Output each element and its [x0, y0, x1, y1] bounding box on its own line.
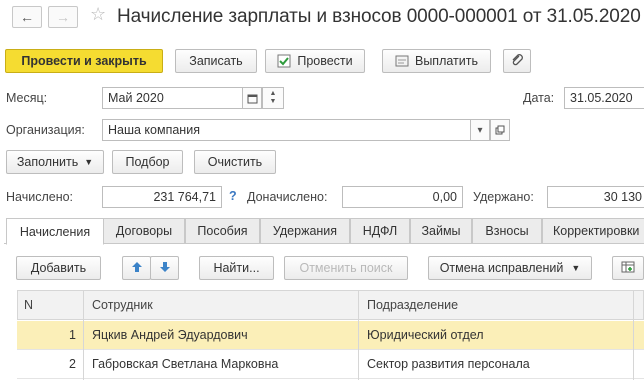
save-button[interactable]: Записать [175, 49, 257, 73]
paperclip-icon [510, 53, 524, 70]
select-button[interactable]: Подбор [112, 150, 183, 174]
tab-contracts[interactable]: Договоры [103, 218, 185, 244]
month-field[interactable]: Май 2020 [102, 87, 243, 109]
department-cell: Юридический отдел [367, 328, 484, 342]
tab-deductions[interactable]: Удержания [260, 218, 350, 244]
withheld-label: Удержано: [473, 190, 534, 204]
employee-cell: Яцкив Андрей Эдуардович [92, 328, 248, 342]
add-button[interactable]: Добавить [16, 256, 101, 280]
additional-accrued-label: Доначислено: [247, 190, 328, 204]
calendar-icon[interactable] [242, 87, 262, 109]
withheld-field: 30 130 [547, 186, 644, 208]
forward-arrow-icon: → [56, 9, 70, 25]
tab-loans[interactable]: Займы [410, 218, 472, 244]
date-field[interactable]: 31.05.2020 [564, 87, 644, 109]
month-label: Месяц: [6, 91, 48, 105]
page-title: Начисление зарплаты и взносов 0000-00000… [117, 6, 641, 27]
tab-benefits[interactable]: Пособия [185, 218, 260, 244]
post-button[interactable]: Провести [265, 49, 365, 73]
table-settings-button[interactable] [612, 256, 644, 280]
additional-accrued-field: 0,00 [342, 186, 463, 208]
row-number: 2 [69, 357, 76, 371]
column-divider [358, 290, 359, 380]
chevron-down-icon: ▼ [571, 263, 581, 273]
tab-accruals[interactable]: Начисления [6, 218, 104, 245]
star-icon[interactable]: ☆ [90, 4, 106, 25]
clear-button[interactable]: Очистить [194, 150, 276, 174]
find-button[interactable]: Найти... [199, 256, 274, 280]
down-arrow-icon [159, 261, 171, 276]
tab-corrections[interactable]: Корректировки [542, 218, 644, 244]
accrued-label: Начислено: [6, 190, 74, 204]
spinner-icon[interactable]: ▲ ▼ [262, 87, 284, 109]
pay-button[interactable]: Выплатить [382, 49, 491, 73]
chevron-down-icon: ▼ [84, 157, 94, 167]
cancel-search-button[interactable]: Отменить поиск [284, 256, 408, 280]
back-arrow-icon: ← [20, 9, 34, 25]
tab-ndfl[interactable]: НДФЛ [350, 218, 410, 244]
column-header-employee[interactable]: Сотрудник [86, 290, 159, 320]
back-button[interactable]: ← [12, 6, 42, 28]
date-label: Дата: [523, 91, 555, 105]
move-down-button[interactable] [150, 256, 179, 280]
tab-contributions[interactable]: Взносы [472, 218, 542, 244]
department-cell: Сектор развития персонала [367, 357, 530, 371]
employee-cell: Габровская Светлана Марковна [92, 357, 279, 371]
move-up-button[interactable] [122, 256, 151, 280]
accrued-field: 231 764,71 [102, 186, 222, 208]
column-header-n[interactable]: N [18, 290, 39, 320]
attach-button[interactable] [503, 49, 531, 73]
cancel-corrections-button[interactable]: Отмена исправлений ▼ [428, 256, 592, 280]
help-icon[interactable]: ? [229, 189, 237, 203]
pay-icon [395, 54, 409, 68]
column-divider [633, 290, 634, 380]
fill-button[interactable]: Заполнить ▼ [6, 150, 104, 174]
table-settings-icon [621, 260, 635, 277]
dropdown-icon[interactable]: ▾ [470, 119, 490, 141]
column-header-department[interactable]: Подразделение [361, 290, 464, 320]
organization-label: Организация: [6, 123, 85, 137]
open-icon[interactable] [490, 119, 510, 141]
row-number: 1 [69, 328, 76, 342]
organization-field[interactable]: Наша компания [102, 119, 471, 141]
column-divider [83, 290, 84, 380]
post-icon [277, 54, 291, 68]
forward-button[interactable]: → [48, 6, 78, 28]
post-and-close-button[interactable]: Провести и закрыть [5, 49, 163, 73]
up-arrow-icon [131, 261, 143, 276]
